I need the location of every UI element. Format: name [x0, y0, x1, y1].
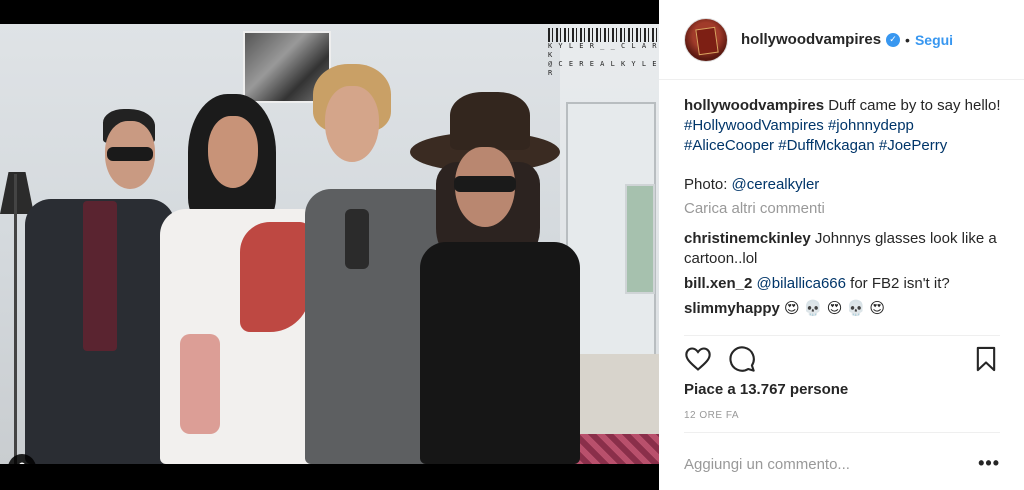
more-options-icon[interactable]: ••• — [978, 454, 1000, 472]
post-side-panel: hollywoodvampires ✓ • Segui hollywoodvam… — [659, 0, 1024, 490]
watermark-line-2: @ C E R E A L K Y L E R — [548, 60, 658, 77]
comment-username[interactable]: bill.xen_2 — [684, 275, 752, 292]
photo-credit-mention[interactable]: @cerealkyler — [732, 176, 820, 193]
comment-username[interactable]: slimmyhappy — [684, 300, 780, 317]
hashtag-link[interactable]: #AliceCooper — [684, 137, 774, 154]
hashtag-link[interactable]: #HollywoodVampires — [684, 117, 824, 134]
header-separator: • — [905, 31, 910, 48]
caption: hollywoodvampires Duff came by to say he… — [684, 96, 1004, 156]
comment-text: for FB2 isn't it? — [850, 275, 950, 292]
comment-item: bill.xen_2 @bilallica666 for FB2 isn't i… — [684, 274, 1004, 294]
actions-divider — [684, 335, 1000, 336]
photo-door-window — [625, 184, 655, 294]
hashtag-link[interactable]: #JoePerry — [879, 137, 947, 154]
hashtag-link[interactable]: #johnnydepp — [828, 117, 914, 134]
post-actions — [684, 345, 1000, 375]
comment-text: 😍 💀 😍 💀 😍 — [784, 300, 885, 317]
avatar[interactable] — [684, 17, 728, 62]
load-more-comments-button[interactable]: Carica altri commenti — [684, 199, 1004, 219]
hashtag-link[interactable]: #DuffMckagan — [778, 137, 874, 154]
person-1 — [25, 109, 175, 464]
caption-username[interactable]: hollywoodvampires — [684, 97, 824, 114]
person-4 — [410, 92, 580, 464]
photo-lamp-pole — [14, 174, 17, 464]
likes-count[interactable]: Piace a 13.767 persone — [684, 381, 848, 398]
photo-credit-label: Photo: — [684, 176, 728, 193]
comment-item: slimmyhappy 😍 💀 😍 💀 😍 — [684, 299, 1004, 319]
bookmark-icon[interactable] — [972, 345, 1000, 373]
add-comment-bar: ••• — [684, 453, 1000, 475]
comment-username[interactable]: christinemckinley — [684, 230, 811, 247]
add-comment-divider — [684, 432, 1000, 433]
photo-pane: K Y L E R _ _ C L A R K @ C E R E A L K … — [0, 0, 659, 490]
watermark-line-1: K Y L E R _ _ C L A R K — [548, 42, 658, 59]
header-username[interactable]: hollywoodvampires — [741, 31, 881, 48]
comment-icon[interactable] — [728, 345, 756, 373]
post-header: hollywoodvampires ✓ • Segui — [659, 0, 1024, 80]
heart-icon[interactable] — [684, 345, 712, 373]
verified-badge-icon: ✓ — [886, 32, 901, 47]
comment-item: christinemckinley Johnnys glasses look l… — [684, 229, 1004, 269]
caption-text: Duff came by to say hello! — [828, 97, 1001, 114]
follow-button[interactable]: Segui — [915, 32, 953, 48]
photo-credit: Photo: @cerealkyler — [684, 175, 1004, 195]
comments-list[interactable]: hollywoodvampires Duff came by to say he… — [684, 96, 1004, 334]
comment-mention[interactable]: @bilallica666 — [757, 275, 846, 292]
post-photo[interactable]: K Y L E R _ _ C L A R K @ C E R E A L K … — [0, 24, 659, 464]
photographer-watermark: K Y L E R _ _ C L A R K @ C E R E A L K … — [548, 28, 658, 77]
post-timestamp[interactable]: 12 ore fa — [684, 410, 739, 421]
add-comment-input[interactable] — [684, 455, 964, 473]
